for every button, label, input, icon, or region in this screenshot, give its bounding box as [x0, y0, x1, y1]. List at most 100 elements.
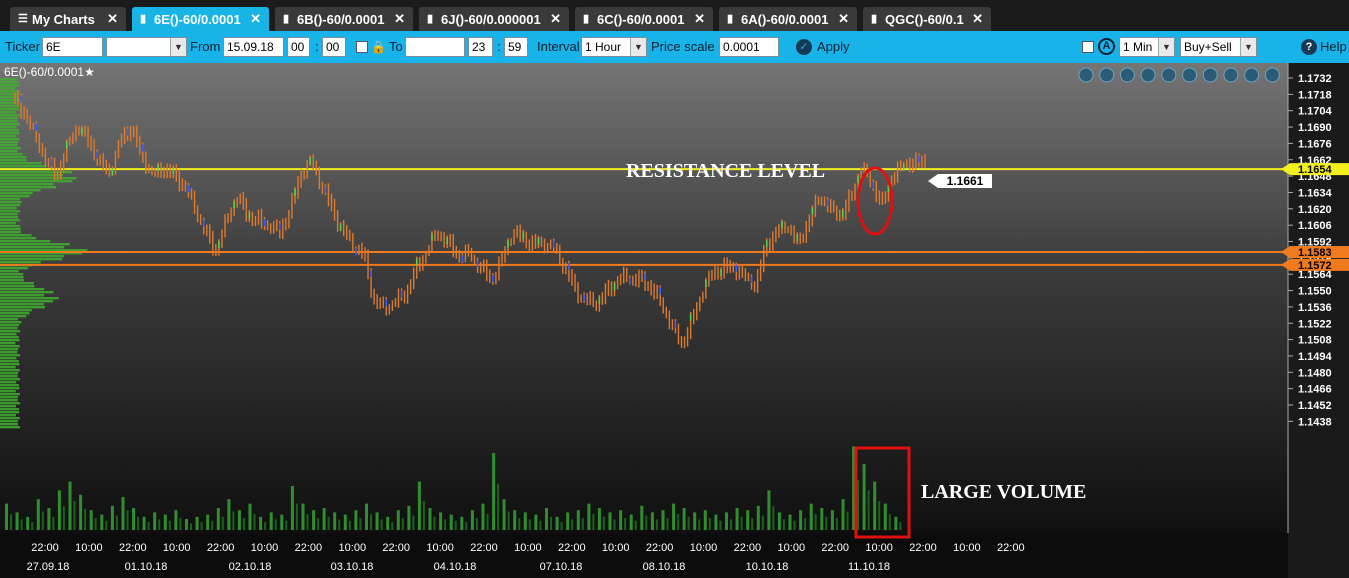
tab-6a[interactable]: ▮ 6A()-60/0.0001 ✕: [719, 7, 857, 31]
to-minute-input[interactable]: 59: [504, 37, 528, 57]
profile-bar: [0, 183, 54, 186]
from-minute-input[interactable]: 00: [322, 37, 346, 57]
tab-6j[interactable]: ▮ 6J()-60/0.000001 ✕: [419, 7, 569, 31]
close-icon[interactable]: ✕: [550, 11, 561, 27]
time-tick-label: 10:00: [690, 542, 718, 554]
profile-bar: [0, 246, 65, 249]
tab-6b[interactable]: ▮ 6B()-60/0.0001 ✕: [275, 7, 413, 31]
price-tick-label: 1.1690: [1298, 122, 1332, 134]
volume-bar: [756, 505, 760, 530]
ticker-input[interactable]: 6E: [42, 37, 103, 57]
close-icon[interactable]: ✕: [694, 11, 705, 27]
close-icon[interactable]: ✕: [250, 11, 261, 27]
volume-bar: [301, 503, 305, 530]
tab-6e[interactable]: ▮ 6E()-60/0.0001 ✕: [132, 7, 269, 31]
profile-bar: [0, 363, 20, 366]
volume-bar: [391, 522, 394, 530]
help-button[interactable]: ? Help: [1301, 37, 1347, 57]
favorite-star-icon[interactable]: ★: [84, 65, 95, 79]
tab-label: 6J()-60/0.000001: [441, 11, 541, 27]
from-hour-input[interactable]: 00: [287, 37, 310, 57]
expand-icon[interactable]: [1223, 67, 1239, 83]
to-checkbox[interactable]: [356, 41, 368, 53]
to-hour-input[interactable]: 23: [468, 37, 493, 57]
volume-bar: [47, 508, 51, 530]
chevron-down-icon: ▼: [170, 38, 186, 56]
option-checkbox[interactable]: [1082, 41, 1094, 53]
volume-bar: [624, 518, 627, 530]
chart-area[interactable]: 1.1732 1.1718 1.1704 1.1690 1.1676 1.1662 1.16…: [0, 63, 1349, 578]
volume-bar: [867, 490, 870, 530]
volume-bar: [788, 514, 792, 530]
interval-select[interactable]: 1 Hour ▼: [581, 37, 647, 57]
profile-bar: [0, 306, 45, 309]
volume-bar: [640, 505, 644, 530]
volume-bar: [523, 512, 527, 530]
profile-bar: [0, 258, 63, 261]
volume-bar: [163, 514, 167, 530]
gear-icon[interactable]: [1202, 67, 1218, 83]
profile-bar: [0, 324, 20, 327]
close-icon[interactable]: ✕: [838, 11, 849, 27]
refresh-icon[interactable]: [1182, 67, 1197, 83]
tab-6c[interactable]: ▮ 6C()-60/0.0001 ✕: [575, 7, 713, 31]
volume-bar: [248, 503, 252, 530]
time-tick-label: 22:00: [119, 542, 147, 554]
profile-bar: [0, 141, 19, 144]
close-icon[interactable]: ✕: [107, 11, 118, 27]
close-icon[interactable]: ✕: [394, 11, 405, 27]
volume-bar: [84, 508, 87, 530]
volume-bar: [105, 520, 108, 530]
volume-bar: [555, 516, 559, 530]
volume-bar: [619, 510, 623, 530]
profile-bar: [0, 408, 20, 411]
profile-bar: [0, 318, 18, 321]
volume-bar: [613, 519, 616, 530]
profile-bar: [0, 342, 16, 345]
to-date-input[interactable]: [405, 37, 465, 57]
ticker-dropdown[interactable]: ▼: [106, 37, 187, 57]
zoom-out-icon[interactable]: [1119, 67, 1135, 83]
from-date-input[interactable]: 15.09.18: [223, 37, 284, 57]
chart-symbol: 6E()-60/0.0001: [4, 65, 85, 79]
zoom-fit-icon[interactable]: [1078, 67, 1094, 83]
volume-bar: [295, 503, 298, 530]
chevron-down-icon[interactable]: [1264, 67, 1280, 83]
side-select[interactable]: Buy+Sell ▼: [1180, 37, 1257, 57]
volume-bar: [820, 508, 824, 530]
volume-bar: [62, 506, 65, 530]
profile-bar: [0, 123, 20, 126]
volume-bar: [470, 510, 474, 530]
grid-icon[interactable]: [1140, 67, 1156, 83]
volume-bar: [708, 518, 711, 530]
volume-bar: [449, 514, 453, 530]
volume-bar: [513, 510, 517, 530]
volume-bar: [232, 511, 235, 530]
tab-label: 6B()-60/0.0001: [297, 11, 385, 27]
volume-bar: [259, 516, 263, 530]
auto-icon[interactable]: A: [1098, 38, 1115, 55]
volume-bar: [401, 518, 404, 530]
profile-bar: [0, 150, 18, 153]
profile-bar: [0, 300, 54, 303]
help-label: Help: [1320, 39, 1347, 54]
close-icon[interactable]: ✕: [972, 11, 983, 27]
profile-bar: [0, 399, 18, 402]
price-chart[interactable]: 1.17321.17181.17041.16901.16761.16621.16…: [0, 63, 1349, 578]
close-icon[interactable]: [1244, 67, 1260, 83]
profile-bar: [0, 303, 45, 306]
price-tick-label: 1.1438: [1298, 416, 1332, 428]
volume-bar: [79, 494, 83, 530]
zoom-in-icon[interactable]: [1099, 67, 1115, 83]
profile-bar: [0, 117, 19, 120]
price-scale-input[interactable]: 0.0001: [719, 37, 779, 57]
profile-bar: [0, 333, 17, 336]
timeframe-select[interactable]: 1 Min ▼: [1119, 37, 1175, 57]
volume-bar: [10, 514, 12, 530]
volume-bar: [571, 519, 574, 530]
pencil-icon[interactable]: [1161, 67, 1177, 83]
tab-qgc[interactable]: ▮ QGC()-60/0.1 ✕: [863, 7, 991, 31]
tab-my-charts[interactable]: ☰ My Charts ✕: [10, 7, 126, 31]
apply-button[interactable]: ✓ Apply: [796, 37, 850, 57]
time-separator: :: [497, 39, 501, 54]
